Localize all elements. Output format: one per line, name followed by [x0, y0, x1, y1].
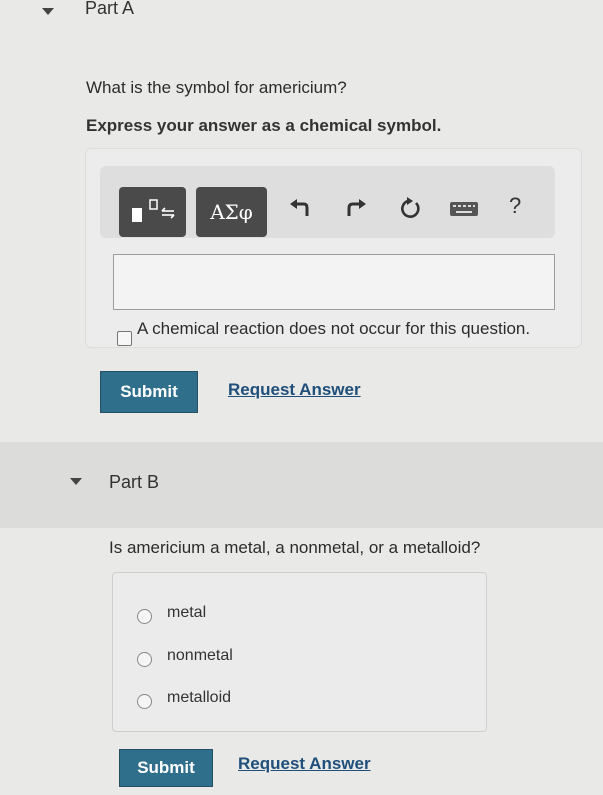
template-icon: [131, 199, 175, 222]
part-b-request-answer-link[interactable]: Request Answer: [238, 754, 371, 774]
part-a-title[interactable]: Part A: [85, 0, 134, 19]
option-metalloid-radio[interactable]: [137, 694, 152, 709]
option-metalloid-label[interactable]: metalloid: [167, 689, 231, 707]
part-b-question: Is americium a metal, a nonmetal, or a m…: [109, 538, 481, 557]
no-reaction-checkbox[interactable]: [117, 331, 132, 346]
template-button[interactable]: [119, 187, 186, 237]
keyboard-button[interactable]: [449, 200, 479, 223]
redo-icon: [347, 199, 366, 216]
help-button[interactable]: ?: [509, 193, 521, 219]
option-metal-label[interactable]: metal: [167, 604, 206, 622]
no-reaction-label[interactable]: A chemical reaction does not occur for t…: [137, 319, 530, 339]
answer-input[interactable]: [113, 254, 555, 310]
greek-symbols-button[interactable]: ΑΣφ: [196, 187, 267, 237]
part-b-submit-button[interactable]: Submit: [119, 749, 213, 787]
reset-icon: [401, 197, 420, 218]
part-b-collapse-caret-icon[interactable]: [70, 478, 82, 485]
reset-button[interactable]: [397, 196, 423, 227]
option-nonmetal-radio[interactable]: [137, 652, 152, 667]
undo-button[interactable]: [288, 198, 312, 225]
part-a-request-answer-link[interactable]: Request Answer: [228, 380, 361, 400]
part-a-instruction: Express your answer as a chemical symbol…: [86, 116, 442, 135]
part-a-submit-button[interactable]: Submit: [100, 371, 198, 413]
redo-button[interactable]: [344, 198, 368, 225]
option-metal-radio[interactable]: [137, 609, 152, 624]
part-a-collapse-caret-icon[interactable]: [42, 8, 54, 15]
part-b-title[interactable]: Part B: [109, 472, 159, 493]
part-b-header: [0, 442, 603, 528]
undo-icon: [290, 199, 309, 216]
keyboard-icon: [450, 202, 478, 216]
part-a-question: What is the symbol for americium?: [86, 78, 347, 97]
option-nonmetal-label[interactable]: nonmetal: [167, 647, 233, 665]
